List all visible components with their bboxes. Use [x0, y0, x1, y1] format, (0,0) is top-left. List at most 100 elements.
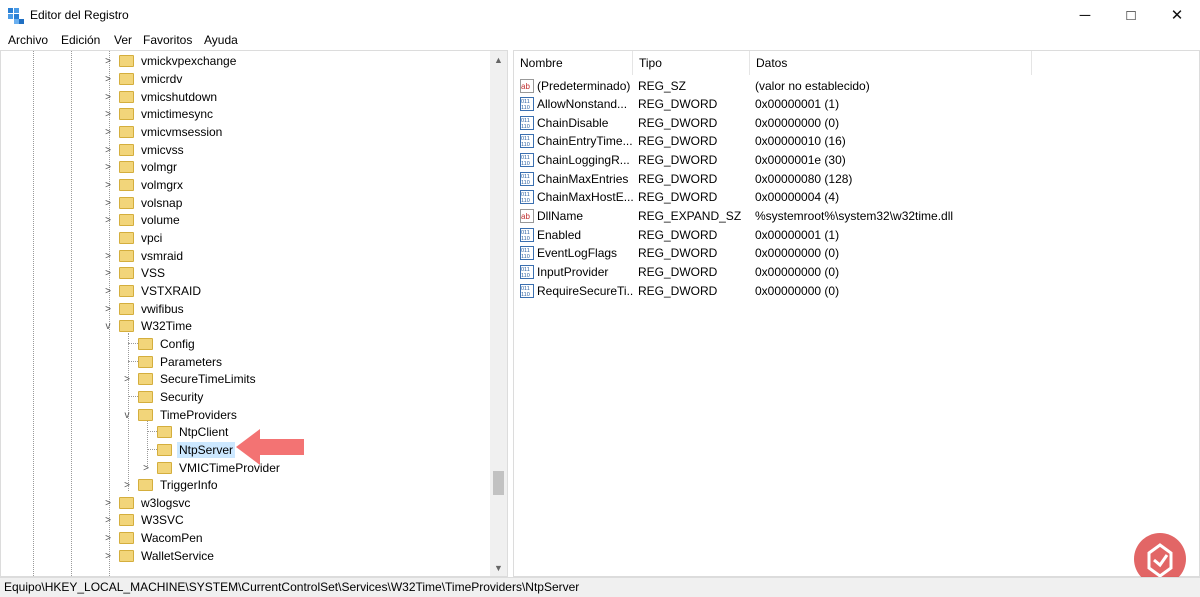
- chevron-right-icon[interactable]: >: [103, 286, 113, 297]
- tree-item-ntpserver[interactable]: NtpServer: [141, 441, 236, 459]
- tree-item-parameters[interactable]: Parameters: [122, 353, 224, 371]
- tree-item-label: vsmraid: [141, 249, 184, 263]
- maximize-button[interactable]: □: [1108, 0, 1154, 30]
- column-header-data[interactable]: Datos: [750, 51, 1032, 75]
- chevron-right-icon[interactable]: >: [103, 551, 113, 562]
- list-item[interactable]: 011 110 ChainLoggingR... REG_DWORD 0x0000…: [514, 151, 1199, 169]
- list-item[interactable]: ab (Predeterminado) REG_SZ (valor no est…: [514, 77, 1199, 95]
- tree-item-vmickvpexchange[interactable]: > vmickvpexchange: [103, 52, 238, 70]
- chevron-right-icon[interactable]: >: [103, 74, 113, 85]
- tree-item-vmicrdv[interactable]: > vmicrdv: [103, 70, 184, 88]
- tree-item-timeproviders[interactable]: v TimeProviders: [122, 406, 239, 424]
- chevron-right-icon[interactable]: >: [103, 92, 113, 103]
- tree-expander: [122, 339, 132, 349]
- folder-icon: [119, 514, 134, 526]
- chevron-right-icon[interactable]: >: [103, 251, 113, 262]
- tree-item-vmicvmsession[interactable]: > vmicvmsession: [103, 123, 224, 141]
- menu-edicion[interactable]: Edición: [61, 33, 100, 47]
- tree-item-vss[interactable]: > VSS: [103, 264, 167, 282]
- chevron-right-icon[interactable]: >: [103, 56, 113, 67]
- tree-item-walletservice[interactable]: > WalletService: [103, 547, 216, 565]
- list-item[interactable]: 011 110 ChainMaxHostE... REG_DWORD 0x0000…: [514, 188, 1199, 206]
- tree-item-ntpclient[interactable]: NtpClient: [141, 423, 230, 441]
- tree-item-volsnap[interactable]: > volsnap: [103, 194, 184, 212]
- value-type: REG_SZ: [638, 79, 687, 93]
- value-type: REG_DWORD: [638, 134, 718, 148]
- registry-key-tree[interactable]: > vmickvpexchange > vmicrdv > vmicshutdown …: [0, 50, 508, 577]
- chevron-right-icon[interactable]: >: [103, 304, 113, 315]
- tree-item-label: vmicrdv: [141, 72, 183, 86]
- tree-item-vpci[interactable]: vpci: [103, 229, 164, 247]
- scroll-up-button[interactable]: ▲: [490, 51, 507, 68]
- pointer-arrow-icon: [236, 429, 304, 465]
- chevron-right-icon[interactable]: >: [103, 109, 113, 120]
- status-bar: Equipo\HKEY_LOCAL_MACHINE\SYSTEM\Current…: [0, 577, 1200, 597]
- column-header-type[interactable]: Tipo: [633, 51, 750, 75]
- minimize-button[interactable]: ─: [1062, 0, 1108, 30]
- tree-item-volume[interactable]: > volume: [103, 211, 182, 229]
- menu-ver[interactable]: Ver: [114, 33, 132, 47]
- value-name: Enabled: [537, 228, 582, 242]
- chevron-down-icon[interactable]: v: [122, 410, 132, 421]
- chevron-right-icon[interactable]: >: [103, 127, 113, 138]
- list-item[interactable]: 011 110 RequireSecureTi... REG_DWORD 0x00…: [514, 282, 1199, 300]
- tree-item-vsmraid[interactable]: > vsmraid: [103, 247, 185, 265]
- tree-item-securetimelimits[interactable]: > SecureTimeLimits: [122, 370, 258, 388]
- chevron-right-icon[interactable]: >: [103, 180, 113, 191]
- scroll-thumb[interactable]: [493, 471, 504, 495]
- tree-item-triggerinfo[interactable]: > TriggerInfo: [122, 476, 220, 494]
- chevron-right-icon[interactable]: >: [103, 162, 113, 173]
- tree-item-vmicvss[interactable]: > vmicvss: [103, 141, 186, 159]
- tree-item-w3svc[interactable]: > W3SVC: [103, 511, 186, 529]
- list-item[interactable]: ab DllName REG_EXPAND_SZ %systemroot%\sy…: [514, 207, 1199, 225]
- menu-archivo[interactable]: Archivo: [8, 33, 48, 47]
- tree-item-volmgrx[interactable]: > volmgrx: [103, 176, 185, 194]
- registry-values-list[interactable]: Nombre Tipo Datos ab (Predeterminado) RE…: [513, 50, 1200, 577]
- list-item[interactable]: 011 110 Enabled REG_DWORD 0x00000001 (1): [514, 226, 1199, 244]
- tree-item-config[interactable]: Config: [122, 335, 197, 353]
- binary-value-icon: 011110: [520, 246, 534, 260]
- close-button[interactable]: ✕: [1154, 0, 1200, 30]
- chevron-right-icon[interactable]: >: [103, 145, 113, 156]
- list-item[interactable]: 011 110 EventLogFlags REG_DWORD 0x0000000…: [514, 244, 1199, 262]
- tree-item-vstxraid[interactable]: > VSTXRAID: [103, 282, 203, 300]
- tree-item-vwifibus[interactable]: > vwifibus: [103, 300, 186, 318]
- chevron-right-icon[interactable]: >: [103, 498, 113, 509]
- scroll-down-button[interactable]: ▼: [490, 559, 507, 576]
- tree-item-volmgr[interactable]: > volmgr: [103, 158, 179, 176]
- svg-text:110: 110: [521, 161, 530, 167]
- chevron-right-icon[interactable]: >: [141, 463, 151, 474]
- menu-ayuda[interactable]: Ayuda: [204, 33, 238, 47]
- tree-scrollbar[interactable]: ▲ ▼: [490, 51, 507, 576]
- tree-item-w3logsvc[interactable]: > w3logsvc: [103, 494, 192, 512]
- chevron-right-icon[interactable]: >: [103, 268, 113, 279]
- folder-icon: [157, 444, 172, 456]
- list-item[interactable]: 011 110 ChainMaxEntries REG_DWORD 0x00000…: [514, 170, 1199, 188]
- folder-icon: [138, 409, 153, 421]
- value-data: 0x0000001e (30): [755, 153, 846, 167]
- tree-item-vmictimesync[interactable]: > vmictimesync: [103, 105, 215, 123]
- list-item[interactable]: 011 110 InputProvider REG_DWORD 0x0000000…: [514, 263, 1199, 281]
- list-item[interactable]: 011 110 AllowNonstand... REG_DWORD 0x0000…: [514, 95, 1199, 113]
- tree-item-wacompen[interactable]: > WacomPen: [103, 529, 205, 547]
- chevron-right-icon[interactable]: >: [122, 374, 132, 385]
- binary-value-icon: 011110: [520, 153, 534, 167]
- tree-item-vmicshutdown[interactable]: > vmicshutdown: [103, 88, 219, 106]
- list-item[interactable]: 011 110 ChainEntryTime... REG_DWORD 0x000…: [514, 132, 1199, 150]
- list-item[interactable]: 011 110 ChainDisable REG_DWORD 0x00000000…: [514, 114, 1199, 132]
- menu-favoritos[interactable]: Favoritos: [143, 33, 192, 47]
- tree-item-w32time[interactable]: v W32Time: [103, 317, 194, 335]
- caret-up-icon: ▲: [494, 54, 503, 65]
- chevron-down-icon[interactable]: v: [103, 321, 113, 332]
- tree-item-security[interactable]: Security: [122, 388, 205, 406]
- chevron-right-icon[interactable]: >: [103, 215, 113, 226]
- chevron-right-icon[interactable]: >: [103, 515, 113, 526]
- column-header-name[interactable]: Nombre: [514, 51, 633, 75]
- chevron-right-icon[interactable]: >: [103, 533, 113, 544]
- chevron-right-icon[interactable]: >: [103, 198, 113, 209]
- folder-icon: [119, 197, 134, 209]
- chevron-right-icon[interactable]: >: [122, 480, 132, 491]
- value-name: AllowNonstand...: [537, 97, 628, 111]
- tree-guide-line: [71, 51, 72, 576]
- binary-value-icon: 011110: [520, 265, 534, 279]
